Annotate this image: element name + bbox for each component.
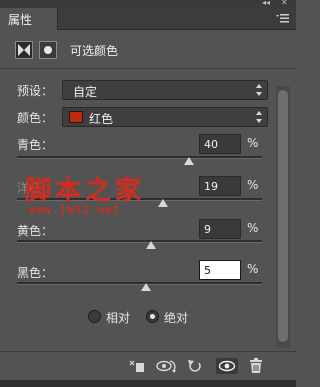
radio-relative[interactable] <box>88 310 101 323</box>
panel-titlebar: 属性 <box>0 8 296 30</box>
yellow-slider-track[interactable] <box>17 240 262 243</box>
black-value-field[interactable]: 5 <box>199 260 241 280</box>
layer-mask-icon[interactable] <box>39 41 57 59</box>
black-slider-track[interactable] <box>17 282 262 285</box>
panel-footer <box>0 351 296 379</box>
black-slider-thumb[interactable] <box>140 283 151 291</box>
properties-header: 可选颜色 <box>0 31 296 69</box>
cyan-value-field[interactable]: 40 <box>199 134 241 154</box>
watermark-text: 脚本之家 <box>25 176 146 206</box>
colors-dropdown[interactable]: 红色 <box>62 107 268 127</box>
clip-to-layer-icon[interactable] <box>128 358 146 374</box>
yellow-slider-thumb[interactable] <box>145 241 156 249</box>
view-previous-state-icon[interactable] <box>155 358 176 374</box>
colors-label: 颜色： <box>17 111 54 125</box>
selective-color-adjustment-icon[interactable] <box>15 41 33 59</box>
radio-absolute-label[interactable]: 绝对 <box>164 309 188 326</box>
scrollbar-thumb[interactable] <box>278 90 288 342</box>
panel-bottom-edge <box>0 380 296 387</box>
dropdown-arrows-icon <box>256 84 262 96</box>
colors-value: 红色 <box>89 112 114 126</box>
close-panel-icon[interactable]: ✕ <box>281 0 288 8</box>
panel-scrollbar[interactable] <box>276 86 290 348</box>
collapse-icon[interactable]: ◂◂ <box>262 0 270 8</box>
tab-properties[interactable]: 属性 <box>0 8 58 30</box>
color-swatch <box>69 111 83 123</box>
properties-content: 预设： 自定 颜色： 红色 青色： 40 % 洋红： 19 % 脚本之家 www… <box>0 70 276 360</box>
slider-label-black: 黑色： <box>17 266 54 280</box>
delete-icon[interactable] <box>247 358 265 374</box>
slider-label-cyan: 青色： <box>17 138 54 152</box>
dropdown-arrows-icon <box>256 111 262 123</box>
yellow-value-field[interactable]: 9 <box>199 219 241 239</box>
panel-menu-icon[interactable] <box>276 11 290 25</box>
magenta-percent: % <box>247 178 259 192</box>
cyan-slider-track[interactable] <box>17 156 262 159</box>
watermark-url: www.jb51.net <box>29 203 121 216</box>
reset-icon[interactable] <box>186 358 204 374</box>
black-percent: % <box>247 262 259 276</box>
radio-absolute[interactable] <box>146 310 159 323</box>
cyan-percent: % <box>247 136 259 150</box>
panel-top-strip: ◂◂ ✕ <box>0 0 296 8</box>
visibility-icon[interactable] <box>216 358 238 374</box>
preset-value: 自定 <box>73 85 98 99</box>
watermark: 脚本之家 www.jb51.net <box>17 170 187 222</box>
preset-label: 预设： <box>17 84 54 98</box>
adjustment-title: 可选颜色 <box>70 44 119 58</box>
cyan-slider-thumb[interactable] <box>183 157 194 165</box>
yellow-percent: % <box>247 221 259 235</box>
magenta-value-field[interactable]: 19 <box>199 176 241 196</box>
radio-relative-label[interactable]: 相对 <box>106 309 130 326</box>
slider-label-yellow: 黄色： <box>17 224 54 238</box>
preset-dropdown[interactable]: 自定 <box>62 80 268 100</box>
